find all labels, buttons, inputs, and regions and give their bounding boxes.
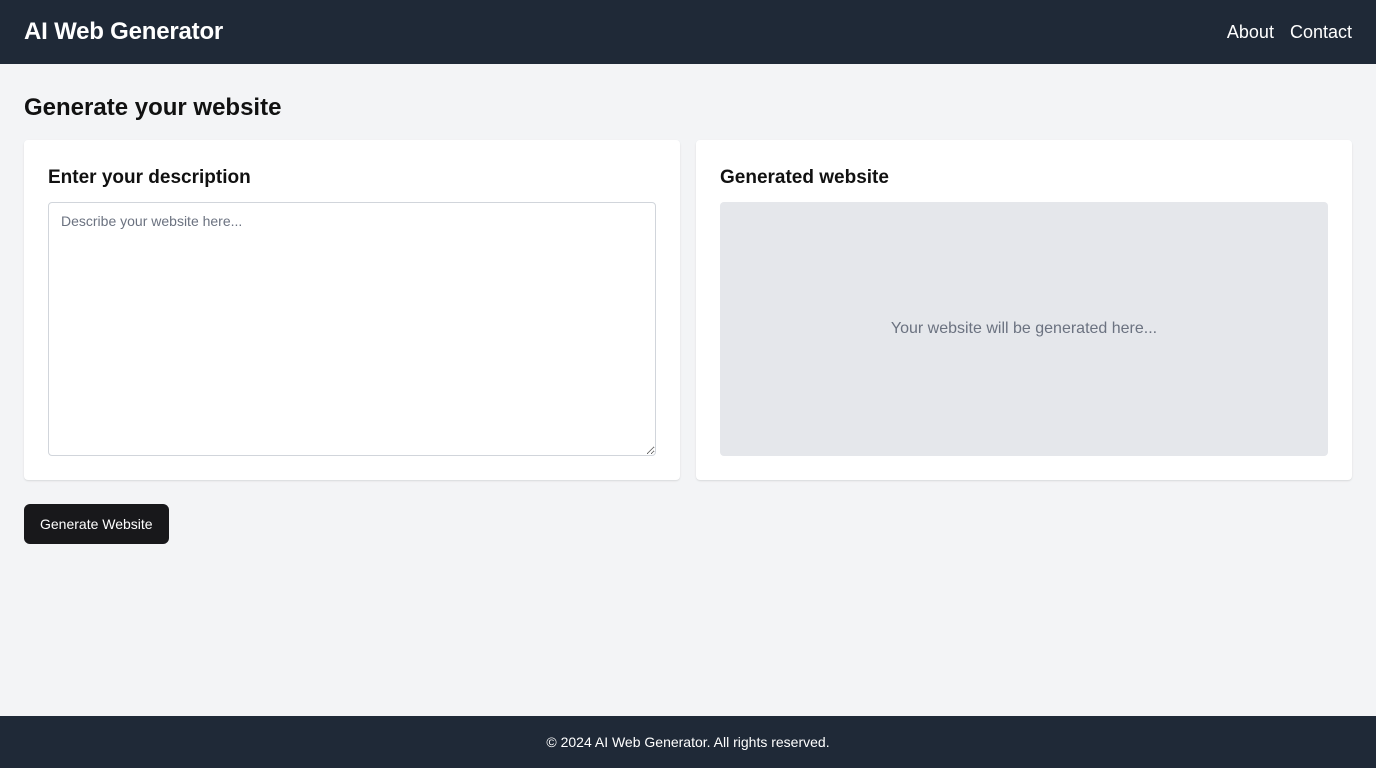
brand-logo-link[interactable]: AI Web Generator <box>24 18 223 46</box>
generated-website-card: Generated website Your website will be g… <box>696 140 1352 480</box>
page-title: Generate your website <box>24 94 282 121</box>
nav-links: About Contact <box>1227 22 1352 43</box>
description-textarea[interactable] <box>48 202 656 456</box>
generate-website-button[interactable]: Generate Website <box>24 504 169 544</box>
main-content: Generate your website Enter your descrip… <box>0 64 1376 716</box>
footer-copyright: © 2024 AI Web Generator. All rights rese… <box>546 734 830 750</box>
website-preview-area: Your website will be generated here... <box>720 202 1328 456</box>
nav-link-about[interactable]: About <box>1227 22 1274 43</box>
preview-placeholder-text: Your website will be generated here... <box>890 320 1158 337</box>
cards-row: Enter your description Generated website… <box>24 140 1352 480</box>
nav-link-contact[interactable]: Contact <box>1290 22 1352 43</box>
description-card: Enter your description <box>24 140 680 480</box>
description-card-title: Enter your description <box>48 167 251 188</box>
footer: © 2024 AI Web Generator. All rights rese… <box>0 716 1376 768</box>
generated-website-card-title: Generated website <box>720 167 889 188</box>
top-navbar: AI Web Generator About Contact <box>0 0 1376 64</box>
page: AI Web Generator About Contact Generate … <box>0 0 1376 768</box>
